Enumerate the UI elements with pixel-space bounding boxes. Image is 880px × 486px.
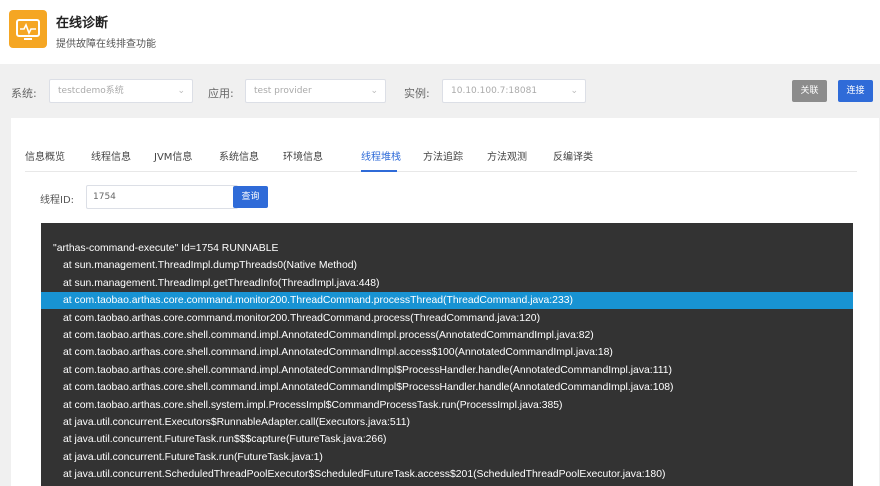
tab-thread-stack[interactable]: 线程堆栈 bbox=[361, 148, 401, 163]
stack-line: at java.util.concurrent.Executors$Runnab… bbox=[63, 417, 410, 428]
instance-label: 实例: bbox=[404, 87, 430, 100]
tab-method-watch[interactable]: 方法观测 bbox=[487, 148, 527, 163]
chevron-down-icon: ⌄ bbox=[570, 86, 578, 96]
stack-trace-console: "arthas-command-execute" Id=1754 RUNNABL… bbox=[41, 223, 853, 486]
stack-line: at com.taobao.arthas.core.shell.command.… bbox=[63, 382, 674, 394]
system-select-value: testcdemo系统 bbox=[58, 86, 124, 96]
connect-button[interactable]: 连接 bbox=[838, 80, 873, 102]
stack-line: at com.taobao.arthas.core.shell.command.… bbox=[63, 330, 594, 341]
thread-id-label: 线程ID: bbox=[40, 195, 75, 206]
active-tab-indicator bbox=[361, 170, 397, 172]
page-title: 在线诊断 bbox=[56, 16, 109, 31]
tab-method-trace[interactable]: 方法追踪 bbox=[423, 148, 463, 163]
tab-bar: 信息概览 线程信息 JVM信息 系统信息 环境信息 线程堆栈 方法追踪 方法观测… bbox=[25, 148, 857, 172]
stack-line: at sun.management.ThreadImpl.dumpThreads… bbox=[63, 260, 357, 272]
stack-line-highlighted: at com.taobao.arthas.core.command.monito… bbox=[41, 292, 853, 310]
stack-line: at java.util.concurrent.FutureTask.run(F… bbox=[63, 451, 323, 463]
app-select[interactable]: test provider ⌄ bbox=[245, 79, 386, 103]
chevron-down-icon: ⌄ bbox=[177, 86, 185, 96]
associate-button[interactable]: 关联 bbox=[792, 80, 827, 102]
system-select[interactable]: testcdemo系统 ⌄ bbox=[49, 79, 193, 103]
page-subtitle: 提供故障在线排查功能 bbox=[56, 39, 156, 50]
app-select-value: test provider bbox=[254, 86, 312, 96]
thread-id-input[interactable]: 1754 bbox=[86, 185, 238, 209]
instance-select-value: 10.10.100.7:18081 bbox=[451, 86, 538, 96]
stack-line: "arthas-command-execute" Id=1754 RUNNABL… bbox=[53, 243, 279, 254]
instance-select[interactable]: 10.10.100.7:18081 ⌄ bbox=[442, 79, 586, 103]
tab-decompile[interactable]: 反编译类 bbox=[553, 148, 593, 163]
stack-line: at java.util.concurrent.FutureTask.run$$… bbox=[63, 434, 387, 446]
app-label: 应用: bbox=[208, 87, 234, 100]
system-label: 系统: bbox=[11, 87, 37, 100]
tab-system[interactable]: 系统信息 bbox=[219, 148, 259, 163]
page-header: 在线诊断 提供故障在线排查功能 bbox=[0, 0, 880, 64]
stack-line: at com.taobao.arthas.core.command.monito… bbox=[63, 312, 541, 324]
tab-threads[interactable]: 线程信息 bbox=[91, 148, 131, 163]
stack-line: at com.taobao.arthas.core.shell.system.i… bbox=[63, 399, 563, 411]
stack-line: at com.taobao.arthas.core.shell.command.… bbox=[63, 364, 672, 376]
stack-line: at java.util.concurrent.ScheduledThreadP… bbox=[63, 469, 666, 481]
stack-line: at com.taobao.arthas.core.shell.command.… bbox=[63, 347, 613, 359]
monitor-icon bbox=[9, 10, 47, 48]
stack-line: at sun.management.ThreadImpl.getThreadIn… bbox=[63, 277, 380, 289]
chevron-down-icon: ⌄ bbox=[370, 86, 378, 96]
tab-jvm[interactable]: JVM信息 bbox=[154, 148, 192, 163]
query-button[interactable]: 查询 bbox=[233, 186, 268, 208]
tab-environment[interactable]: 环境信息 bbox=[283, 148, 323, 163]
main-card: 信息概览 线程信息 JVM信息 系统信息 环境信息 线程堆栈 方法追踪 方法观测… bbox=[11, 118, 879, 486]
tab-overview[interactable]: 信息概览 bbox=[25, 148, 65, 163]
